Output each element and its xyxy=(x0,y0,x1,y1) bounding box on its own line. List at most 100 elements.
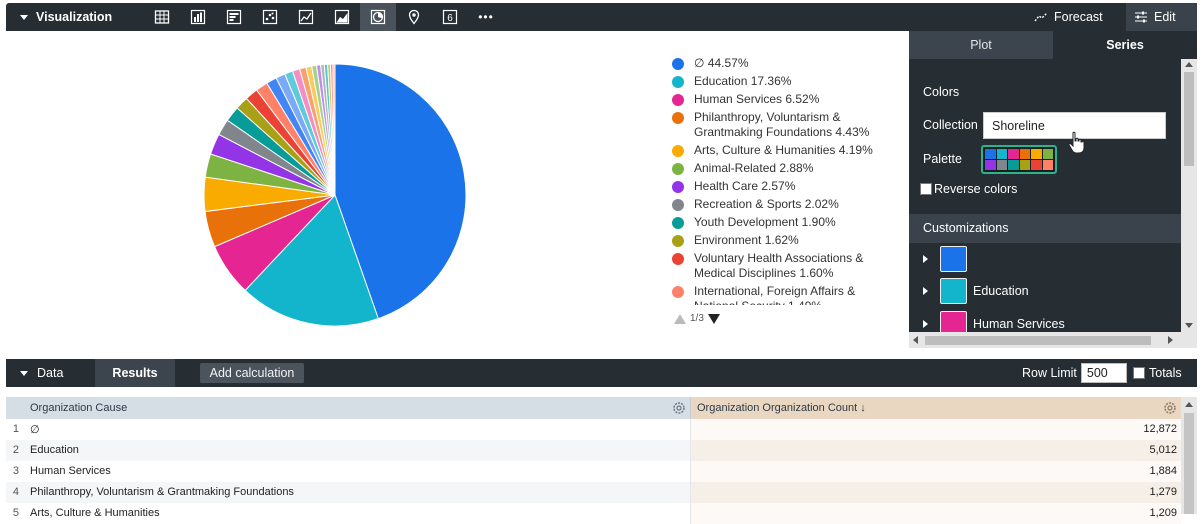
reverse-colors-option[interactable]: Reverse colors xyxy=(920,182,1017,196)
table-row[interactable]: 3 Human Services 1,884 xyxy=(6,461,1181,482)
legend-label: Philanthropy, Voluntarism & Grantmaking … xyxy=(694,110,870,139)
table-body: 1 ∅ 12,872 2 Education 5,012 3 Human Services 1,… xyxy=(6,419,1181,524)
series-row-education[interactable]: Education xyxy=(923,277,1029,305)
scroll-down-arrow-icon[interactable] xyxy=(1185,323,1193,328)
scroll-thumb[interactable] xyxy=(1184,72,1194,166)
pie-chart-icon[interactable] xyxy=(360,3,396,31)
legend-item[interactable]: Philanthropy, Voluntarism & Grantmaking … xyxy=(672,110,902,140)
count-cell[interactable]: 5,012 xyxy=(691,440,1181,461)
totals-option[interactable]: Totals xyxy=(1133,359,1182,387)
legend-swatch xyxy=(672,235,684,247)
legend-item[interactable]: Arts, Culture & Humanities 4.19% xyxy=(672,143,902,158)
line-chart-icon[interactable] xyxy=(288,3,324,31)
count-cell[interactable]: 1,279 xyxy=(691,482,1181,503)
count-cell[interactable]: 1,884 xyxy=(691,461,1181,482)
add-calculation-button[interactable]: Add calculation xyxy=(200,363,304,383)
data-toggle[interactable]: Data xyxy=(20,359,63,387)
area-chart-icon[interactable] xyxy=(324,3,360,31)
cause-cell[interactable]: Education xyxy=(24,440,691,461)
series-row[interactable] xyxy=(923,245,973,273)
expand-caret-icon[interactable] xyxy=(923,320,928,328)
legend-item[interactable]: Health Care 2.57% xyxy=(672,179,902,194)
totals-checkbox[interactable] xyxy=(1133,367,1145,379)
legend-item[interactable]: Recreation & Sports 2.02% xyxy=(672,197,902,212)
scroll-up-arrow-icon[interactable] xyxy=(1185,62,1193,67)
forecast-button[interactable]: Forecast xyxy=(1034,3,1103,31)
tab-plot[interactable]: Plot xyxy=(909,31,1053,59)
scatter-icon[interactable] xyxy=(252,3,288,31)
column-header-count[interactable]: Organization Organization Count ↓ xyxy=(691,397,1181,419)
legend-swatch xyxy=(672,217,684,229)
legend-next-page-icon[interactable] xyxy=(707,313,720,324)
scroll-up-arrow-icon[interactable] xyxy=(1185,402,1193,407)
cause-cell[interactable]: Philanthropy, Voluntarism & Grantmaking … xyxy=(24,482,691,503)
scroll-left-arrow-icon[interactable] xyxy=(913,336,918,344)
cause-cell[interactable]: Human Services xyxy=(24,461,691,482)
edit-panel: Plot Series Colors Collection Shoreline … xyxy=(909,31,1197,348)
legend-item[interactable]: Voluntary Health Associations & Medical … xyxy=(672,251,902,281)
legend-swatch xyxy=(672,286,684,298)
table-row[interactable]: 1 ∅ 12,872 xyxy=(6,419,1181,440)
series-color-swatch[interactable] xyxy=(940,278,967,304)
legend-item[interactable]: ∅ 44.57% xyxy=(672,56,902,71)
count-cell[interactable]: 12,872 xyxy=(691,419,1181,440)
row-limit-input[interactable]: 500 xyxy=(1080,363,1127,383)
row-index: 3 xyxy=(12,465,19,477)
series-label: Human Services xyxy=(973,317,1065,331)
legend-item[interactable]: International, Foreign Affairs & Nationa… xyxy=(672,284,902,305)
palette-color-chip xyxy=(1019,160,1030,170)
legend-swatch xyxy=(672,163,684,175)
more-glyph: ••• xyxy=(478,10,494,24)
row-limit-label: Row Limit xyxy=(1022,366,1077,380)
series-color-swatch[interactable] xyxy=(940,246,967,272)
row-index: 1 xyxy=(12,423,19,435)
column-chart-icon[interactable] xyxy=(180,3,216,31)
table-row[interactable]: 2 Education 5,012 xyxy=(6,440,1181,461)
palette-picker[interactable] xyxy=(981,145,1057,174)
sliders-icon xyxy=(1135,11,1147,23)
series-row-human-services[interactable]: Human Services xyxy=(923,309,1065,332)
gear-icon[interactable] xyxy=(1163,401,1177,415)
data-label: Data xyxy=(37,366,64,380)
legend-prev-page-icon[interactable] xyxy=(674,313,686,324)
table-vertical-scrollbar[interactable] xyxy=(1181,397,1197,514)
column-header-cause[interactable]: Organization Cause xyxy=(24,397,691,419)
gear-icon[interactable] xyxy=(672,401,686,415)
cause-cell[interactable]: ∅ xyxy=(24,419,691,440)
tab-series[interactable]: Series xyxy=(1053,31,1197,59)
palette-color-chip xyxy=(1019,149,1030,159)
row-limit: Row Limit 500 xyxy=(1022,359,1127,387)
scroll-thumb[interactable] xyxy=(925,336,1151,345)
more-icon[interactable]: ••• xyxy=(468,3,504,31)
scroll-thumb[interactable] xyxy=(1184,413,1194,514)
legend-item[interactable]: Education 17.36% xyxy=(672,74,902,89)
series-color-swatch[interactable] xyxy=(940,311,967,332)
legend-item[interactable]: Animal-Related 2.88% xyxy=(672,161,902,176)
panel-horizontal-scrollbar[interactable] xyxy=(909,332,1197,348)
expand-caret-icon[interactable] xyxy=(923,287,928,295)
tab-results[interactable]: Results xyxy=(95,359,175,387)
panel-vertical-scrollbar[interactable] xyxy=(1181,59,1197,332)
table-icon[interactable] xyxy=(144,3,180,31)
legend-item[interactable]: Human Services 6.52% xyxy=(672,92,902,107)
palette-color-chip xyxy=(1042,160,1053,170)
table-row[interactable]: 4 Philanthropy, Voluntarism & Grantmaking… xyxy=(6,482,1181,503)
pie-chart xyxy=(203,63,467,327)
reverse-colors-checkbox[interactable] xyxy=(920,183,932,195)
single-value-icon[interactable]: 6 xyxy=(432,3,468,31)
reverse-colors-label: Reverse colors xyxy=(934,182,1018,196)
legend-item[interactable]: Environment 1.62% xyxy=(672,233,902,248)
visualization-toggle[interactable]: Visualization xyxy=(20,3,112,31)
expand-caret-icon[interactable] xyxy=(923,255,928,263)
scroll-right-arrow-icon[interactable] xyxy=(1168,336,1173,344)
palette-color-chip xyxy=(1031,160,1042,170)
legend-label: Youth Development 1.90% xyxy=(694,215,836,229)
map-pin-icon[interactable] xyxy=(396,3,432,31)
palette-label: Palette xyxy=(923,152,962,166)
data-toolbar: Data Results Add calculation Row Limit 5… xyxy=(6,359,1197,387)
palette-color-chip xyxy=(1008,149,1019,159)
collapse-caret-icon xyxy=(20,14,28,20)
legend-item[interactable]: Youth Development 1.90% xyxy=(672,215,902,230)
bar-chart-icon[interactable] xyxy=(216,3,252,31)
edit-button[interactable]: Edit xyxy=(1126,3,1197,31)
